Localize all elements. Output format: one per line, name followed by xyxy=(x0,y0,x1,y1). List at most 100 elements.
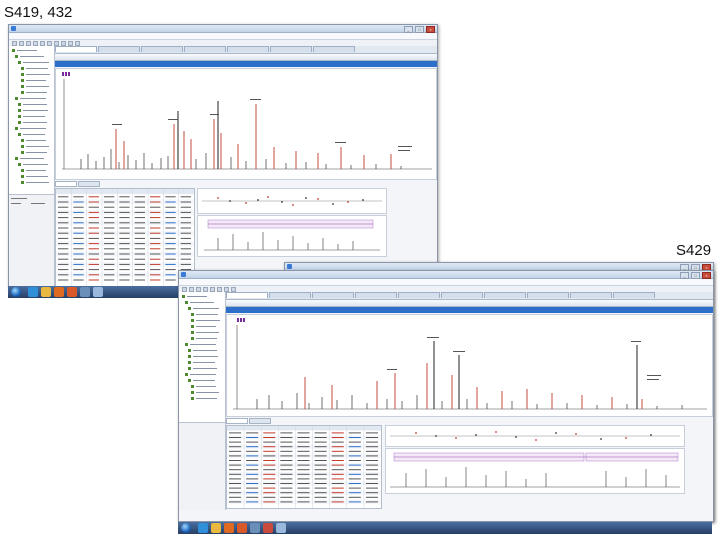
subtab[interactable] xyxy=(78,181,100,187)
firefox-icon[interactable] xyxy=(67,287,77,297)
table-cell xyxy=(314,478,327,480)
table-cell xyxy=(88,274,99,276)
table-cell xyxy=(104,263,115,265)
table-cell xyxy=(150,253,161,255)
table-cell xyxy=(246,492,259,494)
table-cell xyxy=(280,432,293,434)
maximize-icon[interactable]: □ xyxy=(415,26,424,33)
close-icon[interactable]: × xyxy=(702,272,711,279)
close-icon[interactable]: × xyxy=(426,26,435,33)
table-cell xyxy=(246,496,259,498)
subtab[interactable] xyxy=(226,418,248,424)
tab[interactable] xyxy=(613,292,655,298)
table-cell xyxy=(180,196,191,198)
folder-icon[interactable] xyxy=(211,523,221,533)
app-icon[interactable] xyxy=(80,287,90,297)
tab[interactable] xyxy=(398,292,440,298)
table-cell xyxy=(280,478,293,480)
tab[interactable] xyxy=(184,46,226,52)
tab[interactable] xyxy=(55,46,97,52)
table-cell xyxy=(280,487,293,489)
table-cell xyxy=(119,279,130,281)
app-icon[interactable] xyxy=(250,523,260,533)
table-cell xyxy=(365,483,378,484)
internet-explorer-icon[interactable] xyxy=(28,287,38,297)
table-cell xyxy=(88,227,99,229)
media-player-icon[interactable] xyxy=(224,523,234,533)
tab[interactable] xyxy=(312,292,354,298)
table-cell xyxy=(263,455,276,457)
subtab[interactable] xyxy=(249,418,271,424)
table-cell xyxy=(180,227,191,229)
table-cell xyxy=(134,258,145,260)
table-cell xyxy=(88,258,99,260)
table-grid xyxy=(227,426,381,508)
tab[interactable] xyxy=(484,292,526,298)
firefox-icon[interactable] xyxy=(237,523,247,533)
table-cell xyxy=(119,237,130,239)
start-orb-icon[interactable] xyxy=(11,287,21,297)
table-cell xyxy=(58,196,69,198)
table-cell xyxy=(150,237,161,239)
table-cell xyxy=(73,263,84,265)
table-cell xyxy=(348,473,361,475)
spectrum-app-icon[interactable] xyxy=(93,287,103,297)
screenshot-1-window: _ □ × xyxy=(8,24,438,288)
tab[interactable] xyxy=(441,292,483,298)
table-cell xyxy=(165,269,176,271)
table-cell xyxy=(73,237,84,239)
maximize-icon[interactable]: □ xyxy=(691,272,700,279)
table-cell xyxy=(165,232,176,234)
media-player-icon[interactable] xyxy=(54,287,64,297)
subtab[interactable] xyxy=(55,181,77,187)
table-cell xyxy=(297,460,310,461)
minimize-icon[interactable]: _ xyxy=(680,272,689,279)
tab[interactable] xyxy=(313,46,355,52)
table-cell xyxy=(134,222,145,224)
tab[interactable] xyxy=(141,46,183,52)
tab[interactable] xyxy=(226,292,268,298)
menu-bar xyxy=(9,33,437,40)
table-cell xyxy=(365,496,378,498)
folder-icon[interactable] xyxy=(41,287,51,297)
title-bar: _ □ × xyxy=(179,271,713,279)
table-cell xyxy=(119,258,130,260)
spectrum-app-icon[interactable] xyxy=(276,523,286,533)
table-cell xyxy=(134,263,145,265)
table-cell xyxy=(180,258,191,260)
selected-psm-row[interactable] xyxy=(226,307,713,313)
tab[interactable] xyxy=(570,292,612,298)
table-cell xyxy=(314,460,327,461)
coverage-svg xyxy=(390,452,680,488)
table-cell xyxy=(165,258,176,260)
table-cell xyxy=(180,248,191,250)
table-cell xyxy=(134,196,145,198)
table-cell xyxy=(331,441,344,443)
table-cell xyxy=(229,437,242,438)
tab[interactable] xyxy=(355,292,397,298)
table-cell xyxy=(263,473,276,475)
table-cell xyxy=(150,232,161,234)
table-cell xyxy=(280,450,293,452)
tab[interactable] xyxy=(98,46,140,52)
table-cell xyxy=(104,232,115,234)
table-cell xyxy=(165,274,176,276)
table-cell xyxy=(280,492,293,494)
tab[interactable] xyxy=(269,292,311,298)
selected-psm-row[interactable] xyxy=(55,61,437,67)
table-cell xyxy=(134,206,145,208)
table-cell xyxy=(119,253,130,255)
table-cell xyxy=(348,441,361,443)
table-cell xyxy=(314,501,327,503)
minimize-icon[interactable]: _ xyxy=(404,26,413,33)
taskbar-2 xyxy=(178,522,712,534)
table-cell xyxy=(104,248,115,250)
tab[interactable] xyxy=(270,46,312,52)
table-cell xyxy=(88,206,99,208)
office-icon[interactable] xyxy=(263,523,273,533)
internet-explorer-icon[interactable] xyxy=(198,523,208,533)
start-orb-icon[interactable] xyxy=(181,523,191,533)
table-cell xyxy=(180,232,191,234)
tab[interactable] xyxy=(227,46,269,52)
tab[interactable] xyxy=(527,292,569,298)
